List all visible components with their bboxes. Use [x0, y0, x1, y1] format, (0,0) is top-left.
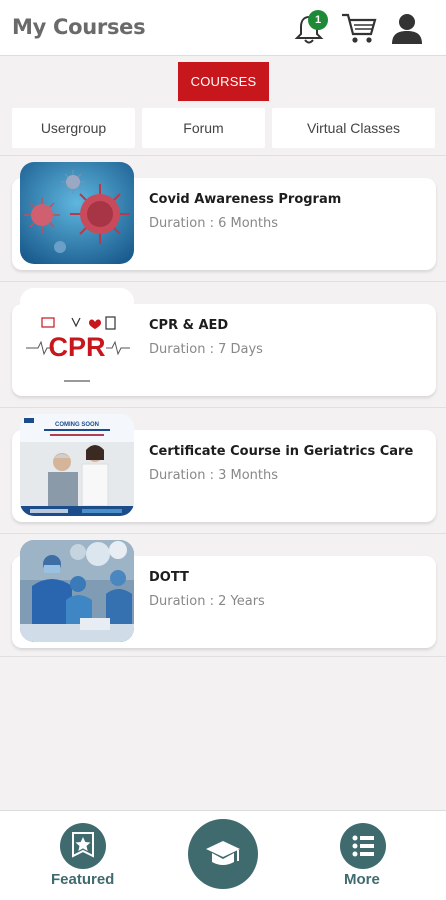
divider [0, 533, 446, 534]
cart-button[interactable] [340, 10, 378, 46]
profile-button[interactable] [388, 10, 426, 46]
course-duration: Duration : 7 Days [149, 342, 263, 357]
more-nav-button[interactable] [340, 823, 386, 869]
course-thumbnail-virus [20, 162, 134, 264]
course-duration: Duration : 6 Months [149, 216, 279, 231]
tab-usergroup[interactable]: Usergroup [12, 108, 135, 148]
cpr-thumb-text: CPR [48, 332, 105, 362]
tab-virtual-classes[interactable]: Virtual Classes [272, 108, 435, 148]
bottom-navigation: Featured More [0, 810, 446, 900]
course-duration: Duration : 2 Years [149, 594, 265, 609]
course-thumbnail-cpr: CPR [20, 288, 134, 390]
divider [0, 155, 446, 156]
course-name: CPR & AED [149, 318, 229, 333]
course-thumbnail-surgery [20, 540, 134, 642]
course-name: Covid Awareness Program [149, 192, 342, 207]
featured-nav-label[interactable]: Featured [51, 871, 114, 888]
featured-nav-button[interactable] [60, 823, 106, 869]
divider [0, 656, 446, 657]
notification-count-badge: 1 [308, 10, 328, 30]
notification-bell-button[interactable]: 1 [292, 10, 328, 46]
course-name: DOTT [149, 570, 189, 585]
user-icon [392, 14, 422, 44]
divider [0, 281, 446, 282]
course-name: Certificate Course in Geriatrics Care [149, 444, 414, 459]
star-badge-icon [72, 832, 94, 858]
graduation-cap-icon [206, 841, 240, 865]
courses-home-button[interactable] [188, 819, 258, 889]
more-nav-label[interactable]: More [344, 871, 380, 888]
app-header: My Courses 1 [0, 0, 446, 56]
course-thumbnail-geriatrics: COMING SOON [20, 414, 134, 516]
course-duration: Duration : 3 Months [149, 468, 279, 483]
tab-courses[interactable]: COURSES [178, 62, 269, 101]
geriatrics-thumb-text: COMING SOON [55, 422, 99, 428]
list-icon [352, 835, 374, 857]
tab-forum[interactable]: Forum [142, 108, 265, 148]
divider [0, 407, 446, 408]
cart-icon [342, 13, 377, 43]
page-title: My Courses [12, 15, 146, 39]
